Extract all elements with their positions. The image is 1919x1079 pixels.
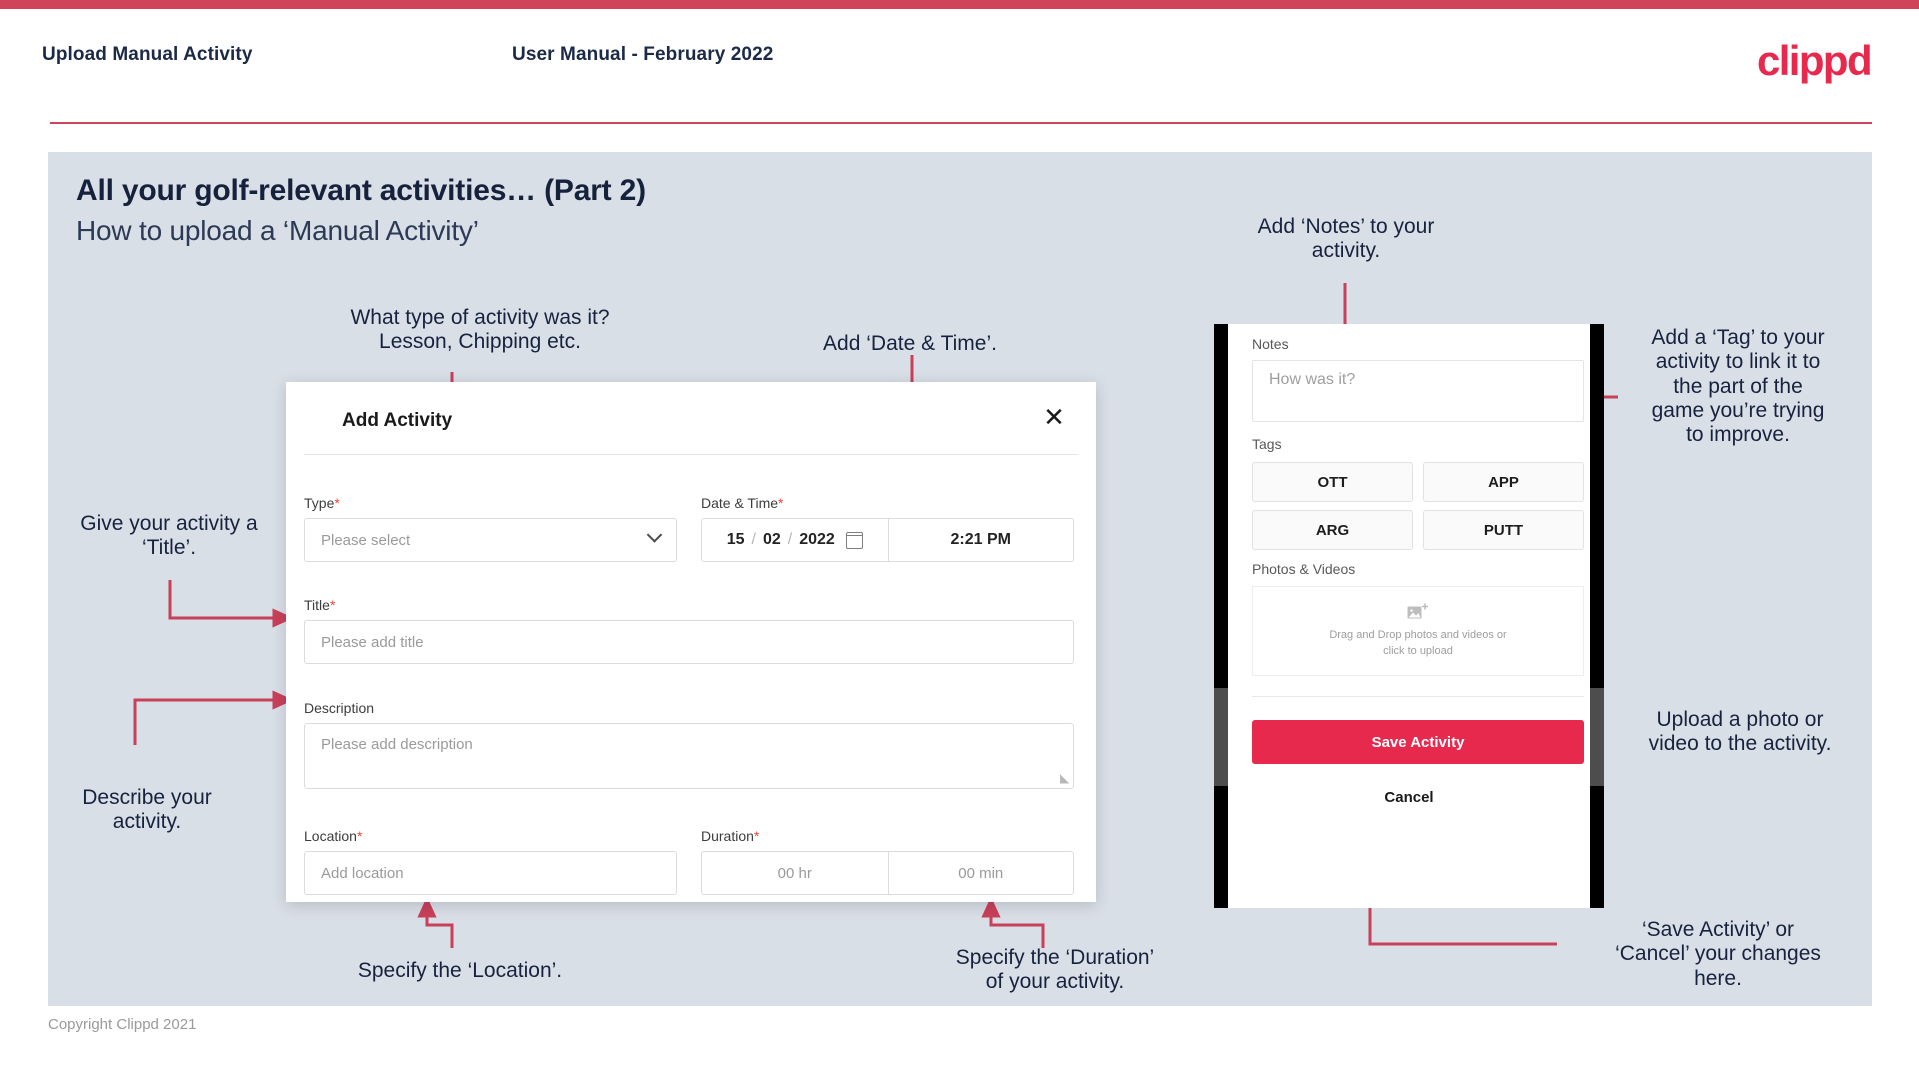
duration-required-marker: * <box>753 828 760 844</box>
time-value: 2:21 PM <box>950 531 1011 548</box>
tag-arg-button[interactable]: ARG <box>1252 510 1413 550</box>
phone-mockup: Notes How was it? Tags OTT APP ARG PUTT … <box>1214 324 1604 908</box>
calendar-icon[interactable] <box>845 531 863 549</box>
tags-label: Tags <box>1252 436 1282 452</box>
annotation-location: Specify the ‘Location’. <box>357 959 563 982</box>
annotation-duration: Specify the ‘Duration’ of your activity. <box>955 946 1155 994</box>
tag-app-button[interactable]: APP <box>1423 462 1584 502</box>
dropzone-text: Drag and Drop photos and videos or click… <box>1329 628 1507 657</box>
title-label: Title* <box>304 597 336 613</box>
annotation-datetime: Add ‘Date & Time’. <box>823 332 997 355</box>
date-month: 02 <box>762 531 781 548</box>
title-placeholder: Please add title <box>321 633 424 651</box>
save-activity-button[interactable]: Save Activity <box>1252 720 1584 764</box>
cancel-button[interactable]: Cancel <box>1228 782 1590 812</box>
type-select[interactable]: Please select <box>304 518 677 562</box>
dialog-title: Add Activity <box>342 410 453 431</box>
phone-screen: Notes How was it? Tags OTT APP ARG PUTT … <box>1228 324 1590 908</box>
tag-ott-button[interactable]: OTT <box>1252 462 1413 502</box>
duration-hours-input[interactable]: 00 hr <box>702 852 888 894</box>
location-input[interactable]: Add location <box>304 851 677 895</box>
photo-dropzone[interactable]: Drag and Drop photos and videos or click… <box>1252 586 1584 676</box>
close-icon[interactable]: ✕ <box>1038 402 1070 434</box>
type-label: Type* <box>304 495 340 511</box>
annotation-tags: Add a ‘Tag’ to your activity to link it … <box>1651 326 1825 447</box>
photos-videos-label: Photos & Videos <box>1252 561 1356 577</box>
duration-minutes-input[interactable]: 00 min <box>887 852 1074 894</box>
title-input[interactable]: Please add title <box>304 620 1074 664</box>
datetime-required-marker: * <box>778 495 784 511</box>
annotation-upload: Upload a photo or video to the activity. <box>1648 708 1832 756</box>
add-image-icon <box>1407 603 1429 622</box>
time-input[interactable]: 2:21 PM <box>887 519 1074 561</box>
dialog-divider <box>304 454 1078 455</box>
description-label: Description <box>304 700 375 716</box>
duration-group: 00 hr 00 min <box>701 851 1074 895</box>
annotation-title: Give your activity a ‘Title’. <box>80 512 258 560</box>
location-placeholder: Add location <box>321 864 404 882</box>
description-placeholder: Please add description <box>321 736 473 753</box>
phone-divider <box>1252 696 1584 697</box>
chevron-down-icon <box>646 527 663 543</box>
type-placeholder: Please select <box>321 531 411 549</box>
date-sep-2: / <box>787 531 793 548</box>
annotation-type: What type of activity was it? Lesson, Ch… <box>350 306 610 354</box>
date-day: 15 <box>726 531 745 548</box>
slide-page: Upload Manual Activity User Manual - Feb… <box>0 0 1919 1079</box>
notes-textarea[interactable]: How was it? <box>1252 360 1584 422</box>
datetime-group: 15 / 02 / 2022 2:21 PM <box>701 518 1074 562</box>
resize-grip-icon[interactable]: ◢ <box>1060 771 1069 785</box>
type-required-marker: * <box>334 495 340 511</box>
duration-label: Duration* <box>701 828 760 844</box>
location-required-marker: * <box>356 828 363 844</box>
datetime-label: Date & Time* <box>701 495 784 511</box>
notes-placeholder: How was it? <box>1269 371 1356 388</box>
annotation-save: ‘Save Activity’ or ‘Cancel’ your changes… <box>1615 918 1821 990</box>
date-input[interactable]: 15 / 02 / 2022 <box>702 519 888 561</box>
phone-bezel-right <box>1590 688 1604 786</box>
annotation-description: Describe your activity. <box>82 786 212 834</box>
date-year: 2022 <box>799 531 835 548</box>
title-required-marker: * <box>329 597 336 613</box>
annotation-notes: Add ‘Notes’ to your activity. <box>1257 215 1435 263</box>
date-sep-1: / <box>751 531 756 548</box>
location-label: Location* <box>304 828 363 844</box>
description-textarea[interactable]: Please add description ◢ <box>304 723 1074 789</box>
footer-copyright: Copyright Clippd 2021 <box>48 1016 197 1033</box>
notes-label: Notes <box>1252 336 1289 352</box>
phone-bezel-left <box>1214 688 1228 786</box>
add-activity-dialog: Add Activity ✕ Type* Please select Date … <box>286 382 1096 902</box>
tag-putt-button[interactable]: PUTT <box>1423 510 1584 550</box>
